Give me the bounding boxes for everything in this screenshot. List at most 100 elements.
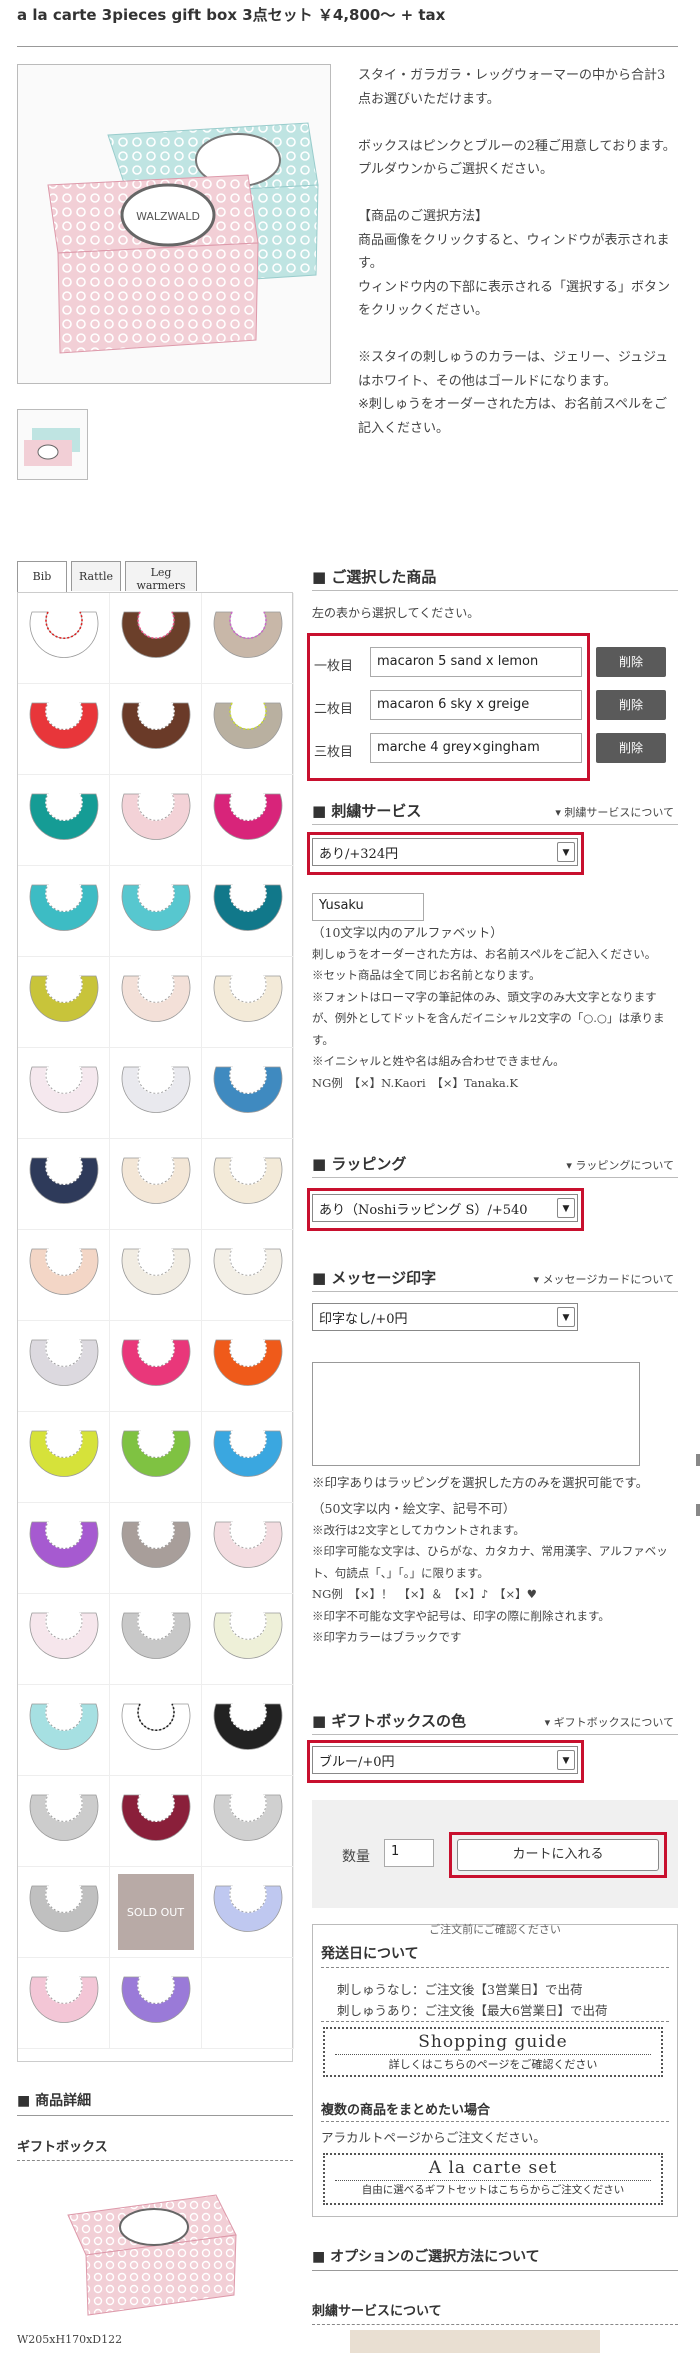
product-grid-cell[interactable] [110, 1412, 202, 1503]
bib-icon [213, 975, 282, 1022]
product-grid-cell[interactable] [18, 1867, 110, 1958]
product-grid-cell[interactable] [18, 1594, 110, 1685]
product-grid-cell[interactable] [18, 775, 110, 866]
note-line: （50文字以内・絵文字、記号不可） [312, 1501, 516, 1516]
tab-leg-warmers[interactable]: Leg warmers [125, 561, 197, 592]
add-to-cart-button[interactable]: カートに入れる [457, 1839, 659, 1871]
detail-subheading: ギフトボックス [17, 2140, 108, 2155]
product-grid-cell[interactable] [18, 684, 110, 775]
scrollbar-marker[interactable] [696, 1504, 700, 1516]
product-grid-cell[interactable] [18, 1776, 110, 1867]
shopping-guide-link[interactable]: Shopping guide 詳しくはこちらのページをご確認ください [323, 2027, 663, 2077]
giftbox-illustration [67, 2194, 237, 2316]
delete-button[interactable]: 削除 [596, 733, 666, 763]
bib-icon [213, 1248, 282, 1295]
product-grid-cell[interactable] [110, 1139, 202, 1230]
product-grid-cell[interactable] [202, 775, 294, 866]
product-grid-cell[interactable] [110, 866, 202, 957]
product-grid-cell[interactable] [202, 593, 294, 684]
product-grid-cell[interactable] [18, 1685, 110, 1776]
selected-item-field[interactable]: marche 4 grey×gingham [370, 733, 582, 763]
product-grid-cell[interactable] [110, 1503, 202, 1594]
product-grid-cell[interactable] [18, 1412, 110, 1503]
product-grid-cell[interactable] [110, 957, 202, 1048]
embroidery-info-link[interactable]: ▾ 刺繍サービスについて [555, 804, 674, 820]
embroidery-select[interactable]: あり/+324円 ▼ [312, 838, 578, 866]
product-grid-cell[interactable] [202, 1412, 294, 1503]
product-grid-cell[interactable] [202, 1321, 294, 1412]
bib-icon [213, 1066, 282, 1113]
product-grid-cell[interactable] [110, 1958, 202, 2049]
sold-out-badge: SOLD OUT [117, 1874, 194, 1950]
wrapping-select[interactable]: あり（Noshiラッピング S）/+540 ▼ [312, 1194, 578, 1222]
wrapping-select-value: あり（Noshiラッピング S）/+540 [319, 1203, 528, 1218]
info-caption: ご注文前にご確認ください [313, 1924, 677, 1939]
message-textarea[interactable] [312, 1362, 640, 1466]
bib-icon [121, 1612, 190, 1659]
product-grid-cell[interactable] [110, 593, 202, 684]
product-grid-cell[interactable] [110, 1685, 202, 1776]
product-grid-cell[interactable] [18, 1048, 110, 1139]
wrapping-info-link[interactable]: ▾ ラッピングについて [566, 1157, 674, 1173]
product-grid-cell[interactable] [18, 957, 110, 1048]
embroidery-name-input[interactable]: Yusaku [312, 893, 424, 921]
product-grid-cell[interactable] [18, 593, 110, 684]
product-grid-cell[interactable] [18, 1503, 110, 1594]
product-grid-cell[interactable] [202, 1230, 294, 1321]
product-main-image[interactable]: WALZWALD [17, 64, 331, 384]
divider [321, 2021, 669, 2022]
product-thumbnail[interactable] [17, 409, 88, 480]
delete-button[interactable]: 削除 [596, 647, 666, 677]
message-select[interactable]: 印字なし/+0円 ▼ [312, 1303, 578, 1331]
tab-bib[interactable]: Bib [17, 561, 67, 592]
message-info-link[interactable]: ▾ メッセージカードについて [534, 1271, 674, 1287]
product-grid-cell[interactable] [110, 1230, 202, 1321]
product-grid-cell[interactable] [202, 1139, 294, 1230]
delete-button[interactable]: 削除 [596, 690, 666, 720]
alacarte-link[interactable]: A la carte set 自由に選べるギフトセットはこちらからご注文ください [323, 2153, 663, 2205]
bib-icon [29, 1339, 98, 1386]
product-grid-cell[interactable] [18, 1958, 110, 2049]
product-grid-cell[interactable] [110, 1776, 202, 1867]
product-grid-cell[interactable] [202, 957, 294, 1048]
product-grid-cell[interactable] [202, 1503, 294, 1594]
bib-icon [121, 975, 190, 1022]
product-grid-cell[interactable] [18, 866, 110, 957]
product-grid-cell[interactable] [18, 1321, 110, 1412]
product-grid-cell[interactable] [110, 775, 202, 866]
product-grid-cell[interactable] [202, 866, 294, 957]
note-line: ※印字カラーはブラックです [312, 1630, 462, 1644]
giftbox-info-link[interactable]: ▾ ギフトボックスについて [545, 1714, 674, 1730]
tab-rattle[interactable]: Rattle [71, 561, 121, 591]
divider [17, 2115, 293, 2116]
alacarte-subtitle: 自由に選べるギフトセットはこちらからご注文ください [335, 2180, 651, 2197]
product-grid-cell[interactable] [202, 684, 294, 775]
product-grid-cell[interactable] [202, 1776, 294, 1867]
product-grid-cell[interactable] [202, 1594, 294, 1685]
item-slot-label: 一枚目 [314, 659, 354, 674]
product-grid-cell[interactable] [202, 1867, 294, 1958]
quantity-input[interactable]: 1 [384, 1839, 434, 1867]
scrollbar-marker[interactable] [696, 1454, 700, 1466]
product-grid-cell[interactable]: SOLD OUT [110, 1867, 202, 1958]
product-grid-cell[interactable] [202, 1685, 294, 1776]
divider [312, 1734, 678, 1735]
note-line: ※印字ありはラッピングを選択した方のみを選択可能です。 [312, 1475, 649, 1490]
product-grid-cell[interactable] [110, 1048, 202, 1139]
selected-item-field[interactable]: macaron 5 sand x lemon [370, 647, 582, 677]
box-label: WALZWALD [136, 210, 200, 223]
product-grid-cell[interactable] [18, 1230, 110, 1321]
giftbox-select-value: ブルー/+0円 [319, 1755, 395, 1770]
product-grid-cell [202, 1958, 294, 2049]
bib-icon [213, 1339, 282, 1386]
selected-item-field[interactable]: macaron 6 sky x greige [370, 690, 582, 720]
chevron-down-icon: ▼ [557, 1198, 575, 1218]
product-grid-cell[interactable] [202, 1048, 294, 1139]
product-grid-cell[interactable] [110, 1321, 202, 1412]
giftbox-select[interactable]: ブルー/+0円 ▼ [312, 1746, 578, 1774]
embroidery-notes: （10文字以内のアルファベット） 刺しゅうをオーダーされた方は、お名前スペルをご… [312, 922, 678, 1094]
product-grid-cell[interactable] [110, 1594, 202, 1685]
product-grid-cell[interactable] [18, 1139, 110, 1230]
message-notes: ※印字ありはラッピングを選択した方のみを選択可能です。 （50文字以内・絵文字、… [312, 1468, 678, 1649]
product-grid-cell[interactable] [110, 684, 202, 775]
